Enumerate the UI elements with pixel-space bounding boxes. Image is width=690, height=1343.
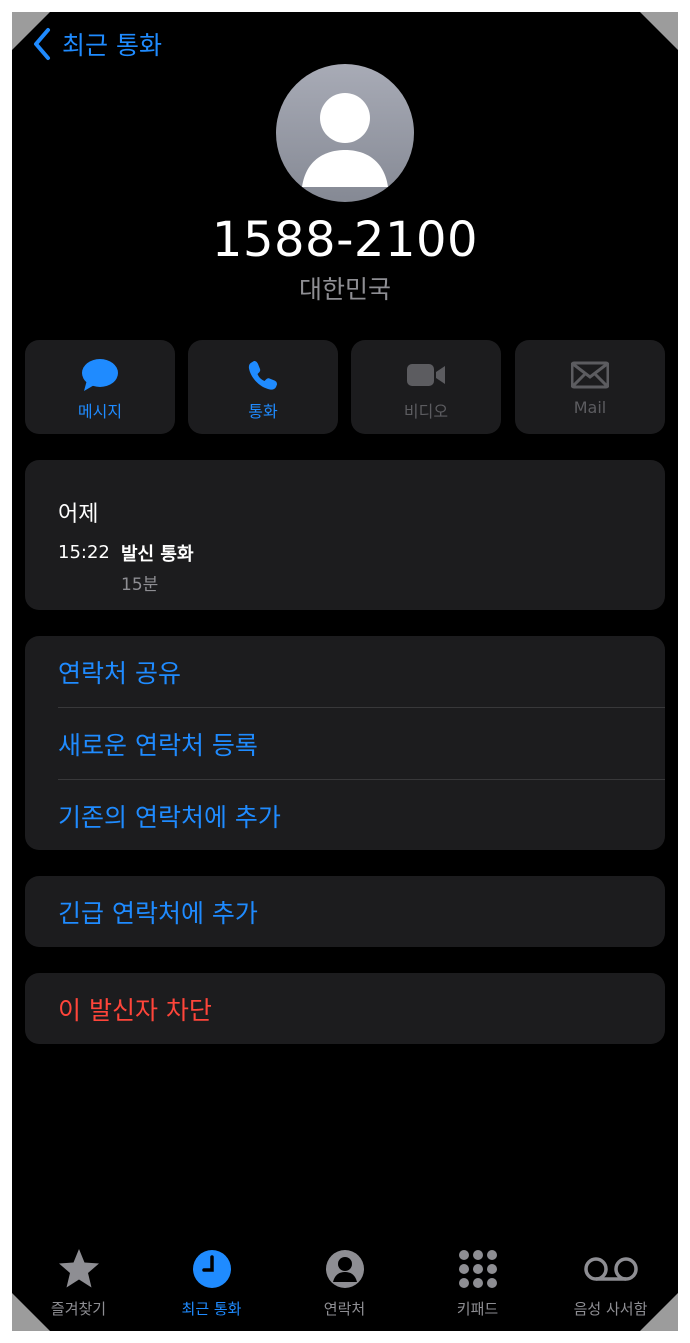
message-label: 메시지 (77, 402, 123, 421)
tab-recents[interactable]: 최근 통화 (145, 1232, 278, 1319)
message-icon (81, 358, 119, 392)
video-label: 비디오 (403, 402, 449, 421)
share-contact-button[interactable]: 연락처 공유 (25, 636, 665, 707)
history-call-type: 발신 통화 (121, 544, 194, 565)
phone-screen: 최근 통화 1588-2100 대한민국 메시지 통화 비디오 Mail 어제 … (12, 12, 678, 1331)
contact-number: 1588-2100 (211, 212, 479, 268)
add-to-emergency-contacts-button[interactable]: 긴급 연락처에 추가 (25, 876, 665, 947)
tab-label: 연락처 (323, 1300, 366, 1318)
create-new-contact-button[interactable]: 새로운 연락처 등록 (25, 708, 665, 779)
call-label: 통화 (248, 402, 278, 421)
emergency-card: 긴급 연락처에 추가 (25, 876, 665, 947)
tab-bar: 즐겨찾기 최근 통화 연락처 키패드 음성 사서함 (12, 1232, 678, 1331)
contact-options-card: 연락처 공유 새로운 연락처 등록 기존의 연락처에 추가 (25, 636, 665, 850)
tab-label: 즐겨찾기 (50, 1300, 107, 1318)
keypad-icon (458, 1246, 498, 1292)
corner-marker (640, 12, 678, 50)
call-history-card: 어제 15:22 발신 통화 15분 (25, 460, 665, 610)
star-icon (57, 1246, 101, 1292)
block-caller-button[interactable]: 이 발신자 차단 (25, 973, 665, 1044)
block-card: 이 발신자 차단 (25, 973, 665, 1044)
tab-contacts[interactable]: 연락처 (278, 1232, 411, 1319)
add-to-existing-contact-button[interactable]: 기존의 연락처에 추가 (25, 780, 665, 851)
tab-label: 최근 통화 (181, 1300, 242, 1318)
video-button[interactable]: 비디오 (351, 340, 501, 434)
mail-button[interactable]: Mail (515, 340, 665, 434)
voicemail-icon (583, 1246, 639, 1292)
quick-actions: 메시지 통화 비디오 Mail (25, 340, 665, 434)
tab-voicemail[interactable]: 음성 사서함 (544, 1232, 677, 1319)
clock-icon (192, 1246, 232, 1292)
message-button[interactable]: 메시지 (25, 340, 175, 434)
back-label: 최근 통화 (62, 31, 162, 60)
person-placeholder-icon (302, 93, 388, 187)
video-icon (406, 358, 446, 392)
tab-keypad[interactable]: 키패드 (411, 1232, 544, 1319)
back-button[interactable]: 최근 통화 (32, 26, 162, 62)
phone-icon (247, 358, 279, 392)
history-duration: 15분 (121, 575, 159, 595)
history-date: 어제 (58, 502, 99, 527)
contact-avatar (276, 64, 414, 202)
history-time: 15:22 (58, 542, 110, 563)
tab-label: 음성 사서함 (573, 1300, 648, 1318)
mail-icon (571, 358, 609, 392)
call-button[interactable]: 통화 (188, 340, 338, 434)
contact-country: 대한민국 (298, 275, 391, 304)
chevron-left-icon (34, 28, 50, 60)
person-circle-icon (325, 1246, 365, 1292)
mail-label: Mail (573, 398, 607, 417)
tab-favorites[interactable]: 즐겨찾기 (12, 1232, 145, 1319)
tab-label: 키패드 (456, 1300, 499, 1318)
